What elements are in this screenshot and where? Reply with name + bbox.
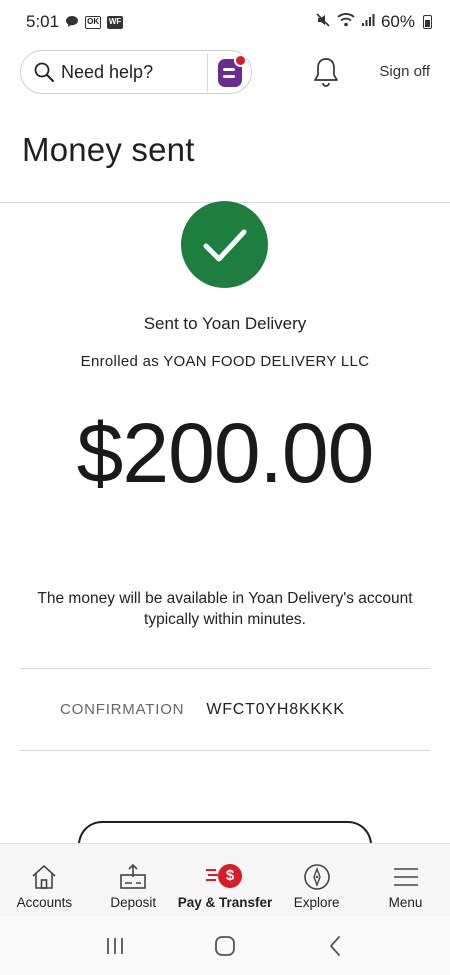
divider <box>20 668 430 669</box>
checkmark-icon <box>181 201 268 288</box>
hamburger-icon <box>393 868 418 886</box>
availability-message: The money will be available in Yoan Deli… <box>18 588 432 630</box>
bell-icon[interactable] <box>312 56 340 88</box>
house-icon <box>32 865 56 889</box>
status-bar: 5:01 OK WF 60% <box>0 0 450 44</box>
home-icon[interactable] <box>205 926 245 966</box>
deposit-icon <box>120 863 147 889</box>
battery-icon <box>423 15 432 29</box>
system-nav-bar <box>0 916 450 975</box>
assistant-logo-icon <box>217 54 247 87</box>
search-icon <box>33 61 55 83</box>
nav-item-accounts[interactable]: Accounts <box>0 844 89 916</box>
status-time: 5:01 <box>26 12 60 31</box>
recipient-text: Sent to Yoan Delivery <box>143 314 307 333</box>
nav-item-deposit[interactable]: Deposit <box>89 844 178 916</box>
wifi-icon <box>337 12 355 32</box>
nav-label-pay-transfer: Pay & Transfer <box>177 895 273 910</box>
mute-icon <box>315 12 331 33</box>
pay-transfer-icon: $ <box>204 862 246 892</box>
chat-bubble-icon <box>65 15 79 30</box>
speed-lines <box>205 869 216 871</box>
confirmation-row: CONFIRMATION WFCT0YH8KKKK <box>60 701 345 719</box>
nav-label-deposit: Deposit <box>110 895 157 910</box>
bottom-nav: Accounts Deposit $ Pay & Transfer Explor… <box>0 843 450 916</box>
compass-icon <box>303 864 330 890</box>
sign-off-link[interactable]: Sign off <box>379 63 430 80</box>
wf-box-icon: WF <box>107 15 124 29</box>
help-search-bar[interactable]: Need help? <box>20 50 252 94</box>
assistant-button[interactable] <box>207 54 251 92</box>
nav-item-explore[interactable]: Explore <box>272 844 361 916</box>
status-right: 60% <box>315 12 432 33</box>
divider <box>20 750 430 751</box>
amount-sent: $200.00 <box>76 406 375 500</box>
signal-icon <box>361 12 375 32</box>
nav-label-explore: Explore <box>293 895 340 910</box>
page-title: Money sent <box>22 131 195 168</box>
nav-item-menu[interactable]: Menu <box>361 844 450 916</box>
recents-icon[interactable] <box>95 926 135 966</box>
confirmation-number: WFCT0YH8KKKK <box>206 701 345 718</box>
notification-dot <box>233 54 247 67</box>
availability-line-2: typically within minutes. <box>144 611 306 628</box>
battery-percent: 60% <box>380 12 415 31</box>
nav-label-menu: Menu <box>388 895 423 910</box>
app-header: Need help? Sign off <box>0 48 450 98</box>
status-left: 5:01 OK WF <box>26 12 124 32</box>
availability-line-1: The money will be available in Yoan Deli… <box>37 590 413 607</box>
nav-label-accounts: Accounts <box>16 895 73 910</box>
nav-item-pay-transfer[interactable]: $ Pay & Transfer <box>177 844 273 916</box>
ok-box-icon: OK <box>85 15 102 29</box>
dollar-badge: $ <box>217 864 242 888</box>
confirmation-label: CONFIRMATION <box>60 701 185 718</box>
enrolled-name-text: Enrolled as YOAN FOOD DELIVERY LLC <box>80 353 370 370</box>
back-icon[interactable] <box>315 926 355 966</box>
